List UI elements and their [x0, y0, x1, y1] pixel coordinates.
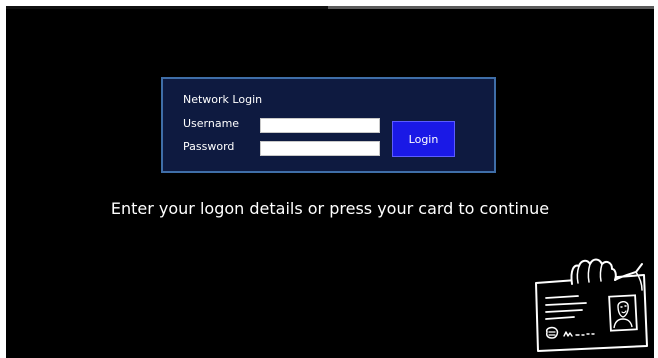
username-input[interactable] [260, 118, 380, 133]
password-label: Password [183, 140, 235, 153]
top-strip-highlight [328, 6, 654, 9]
login-panel: Network Login Username Password Login [161, 77, 496, 173]
login-panel-title: Network Login [183, 93, 263, 106]
login-button[interactable]: Login [392, 121, 455, 157]
password-input[interactable] [260, 141, 380, 156]
instruction-text: Enter your logon details or press your c… [110, 199, 550, 218]
username-label: Username [183, 117, 240, 130]
hand-holding-id-card-icon [535, 258, 648, 352]
login-screen: Network Login Username Password Login En… [6, 6, 654, 358]
